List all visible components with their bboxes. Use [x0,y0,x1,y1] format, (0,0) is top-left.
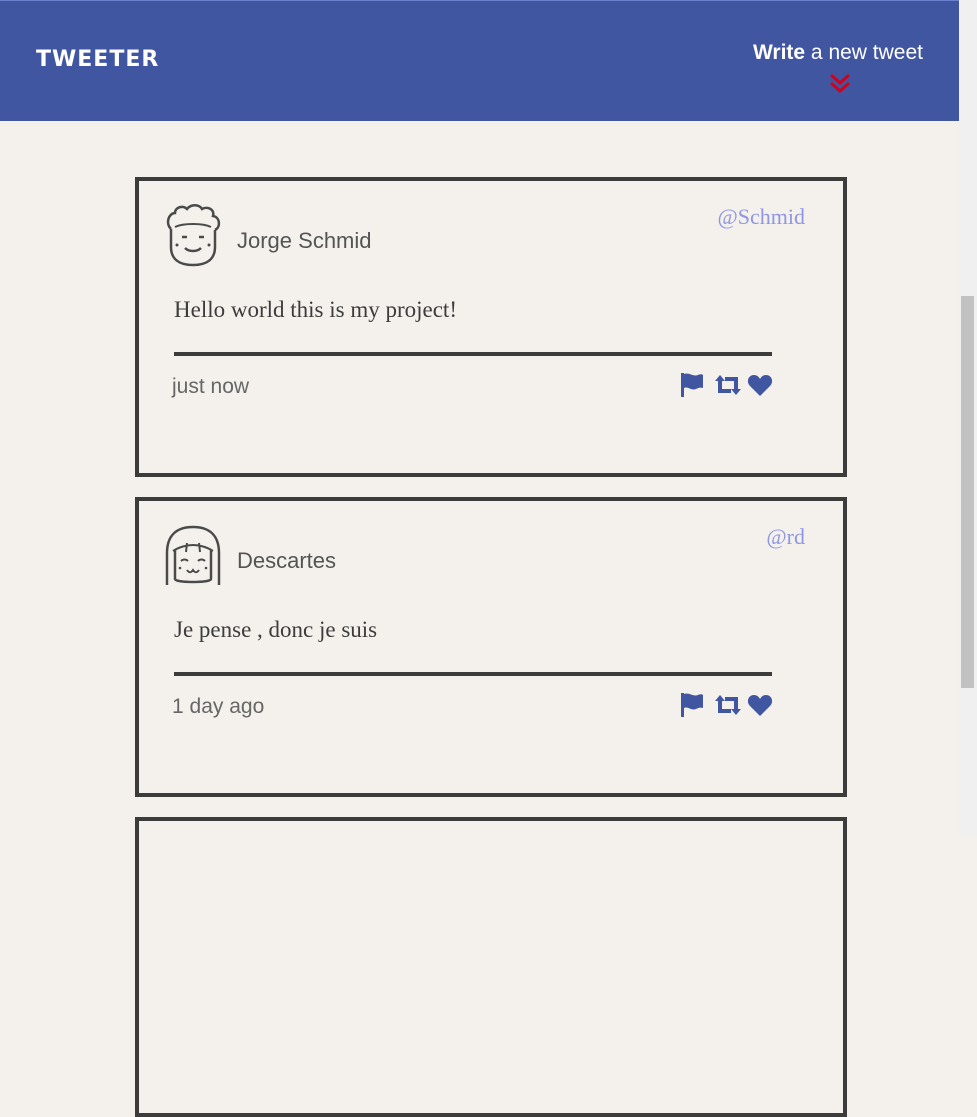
compose-tweet-toggle[interactable]: Write a new tweet [752,41,923,94]
tweet-author-handle[interactable]: @Schmid [718,204,805,230]
top-navbar: TWEETER Write a new tweet [0,0,959,121]
compose-label: a new tweet [805,41,923,64]
tweet-divider [174,672,772,676]
tweet-timestamp: just now [172,375,250,398]
retweet-icon[interactable] [713,372,743,402]
vertical-scrollbar[interactable] [959,0,977,836]
flag-icon[interactable] [679,372,705,402]
heart-icon[interactable] [747,372,773,402]
retweet-icon[interactable] [713,692,743,722]
app-logo[interactable]: TWEETER [36,47,159,72]
tweet-author-name: Jorge Schmid [237,228,372,253]
tweet-divider [174,352,772,356]
tweet-content: Je pense , donc je suis [174,617,378,642]
tweet-author-name: Descartes [237,548,337,573]
bangs-hair-face-icon [163,523,223,587]
compose-bold-label: Write [752,41,806,64]
tweet-content: Hello world this is my project! [174,297,457,322]
heart-icon[interactable] [747,692,773,722]
tweet-timestamp: 1 day ago [172,695,265,718]
flag-icon[interactable] [679,692,705,722]
double-chevron-down-icon[interactable] [829,72,851,100]
scrollbar-thumb[interactable] [961,296,974,688]
curly-hair-face-icon [163,203,223,267]
tweet-card: Jorge Schmid @Schmid Hello world this is… [135,177,847,477]
tweet-author-handle[interactable]: @rd [766,524,805,550]
tweet-card: Descartes @rd Je pense , donc je suis 1 … [135,497,847,797]
tweet-card [135,817,847,1117]
